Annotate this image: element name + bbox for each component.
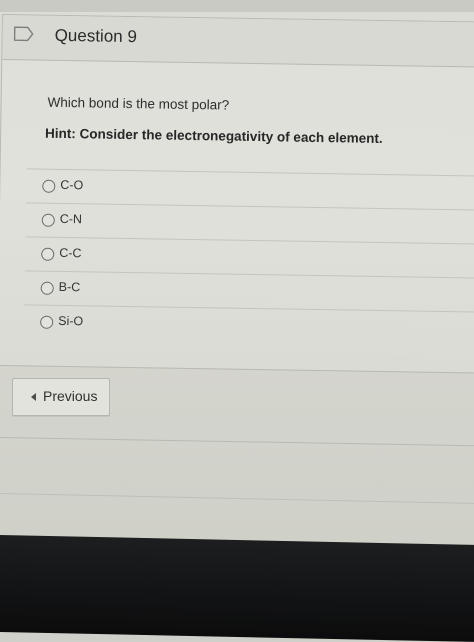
top-strip	[0, 0, 474, 12]
radio-button[interactable]	[40, 315, 54, 329]
answer-label: C-C	[59, 245, 82, 261]
divider	[0, 493, 474, 505]
quiz-screen: Question 9 Which bond is the most polar?…	[0, 0, 474, 545]
question-text: Which bond is the most polar?	[47, 94, 230, 113]
answer-option-si-o[interactable]: Si-O	[23, 304, 474, 346]
radio-button[interactable]	[41, 213, 55, 227]
question-title: Question 9	[54, 25, 138, 47]
radio-button[interactable]	[41, 247, 55, 261]
hint-text: Hint: Consider the electronegativity of …	[45, 125, 383, 146]
caret-left-icon	[31, 393, 36, 401]
radio-button[interactable]	[42, 179, 56, 193]
answer-label: C-N	[59, 211, 83, 227]
divider	[0, 437, 474, 447]
monitor-bezel	[0, 535, 474, 642]
answer-label: C-O	[60, 177, 84, 193]
answer-label: Si-O	[58, 313, 84, 329]
previous-button[interactable]: Previous	[12, 378, 110, 416]
question-header: Question 9	[2, 15, 474, 68]
flag-icon[interactable]	[13, 25, 35, 42]
answer-label: B-C	[58, 279, 81, 295]
answer-list: C-O C-N C-C B-C Si-O	[23, 168, 474, 346]
radio-button[interactable]	[40, 281, 54, 295]
question-card: Question 9 Which bond is the most polar?…	[0, 14, 474, 374]
previous-label: Previous	[43, 388, 98, 404]
